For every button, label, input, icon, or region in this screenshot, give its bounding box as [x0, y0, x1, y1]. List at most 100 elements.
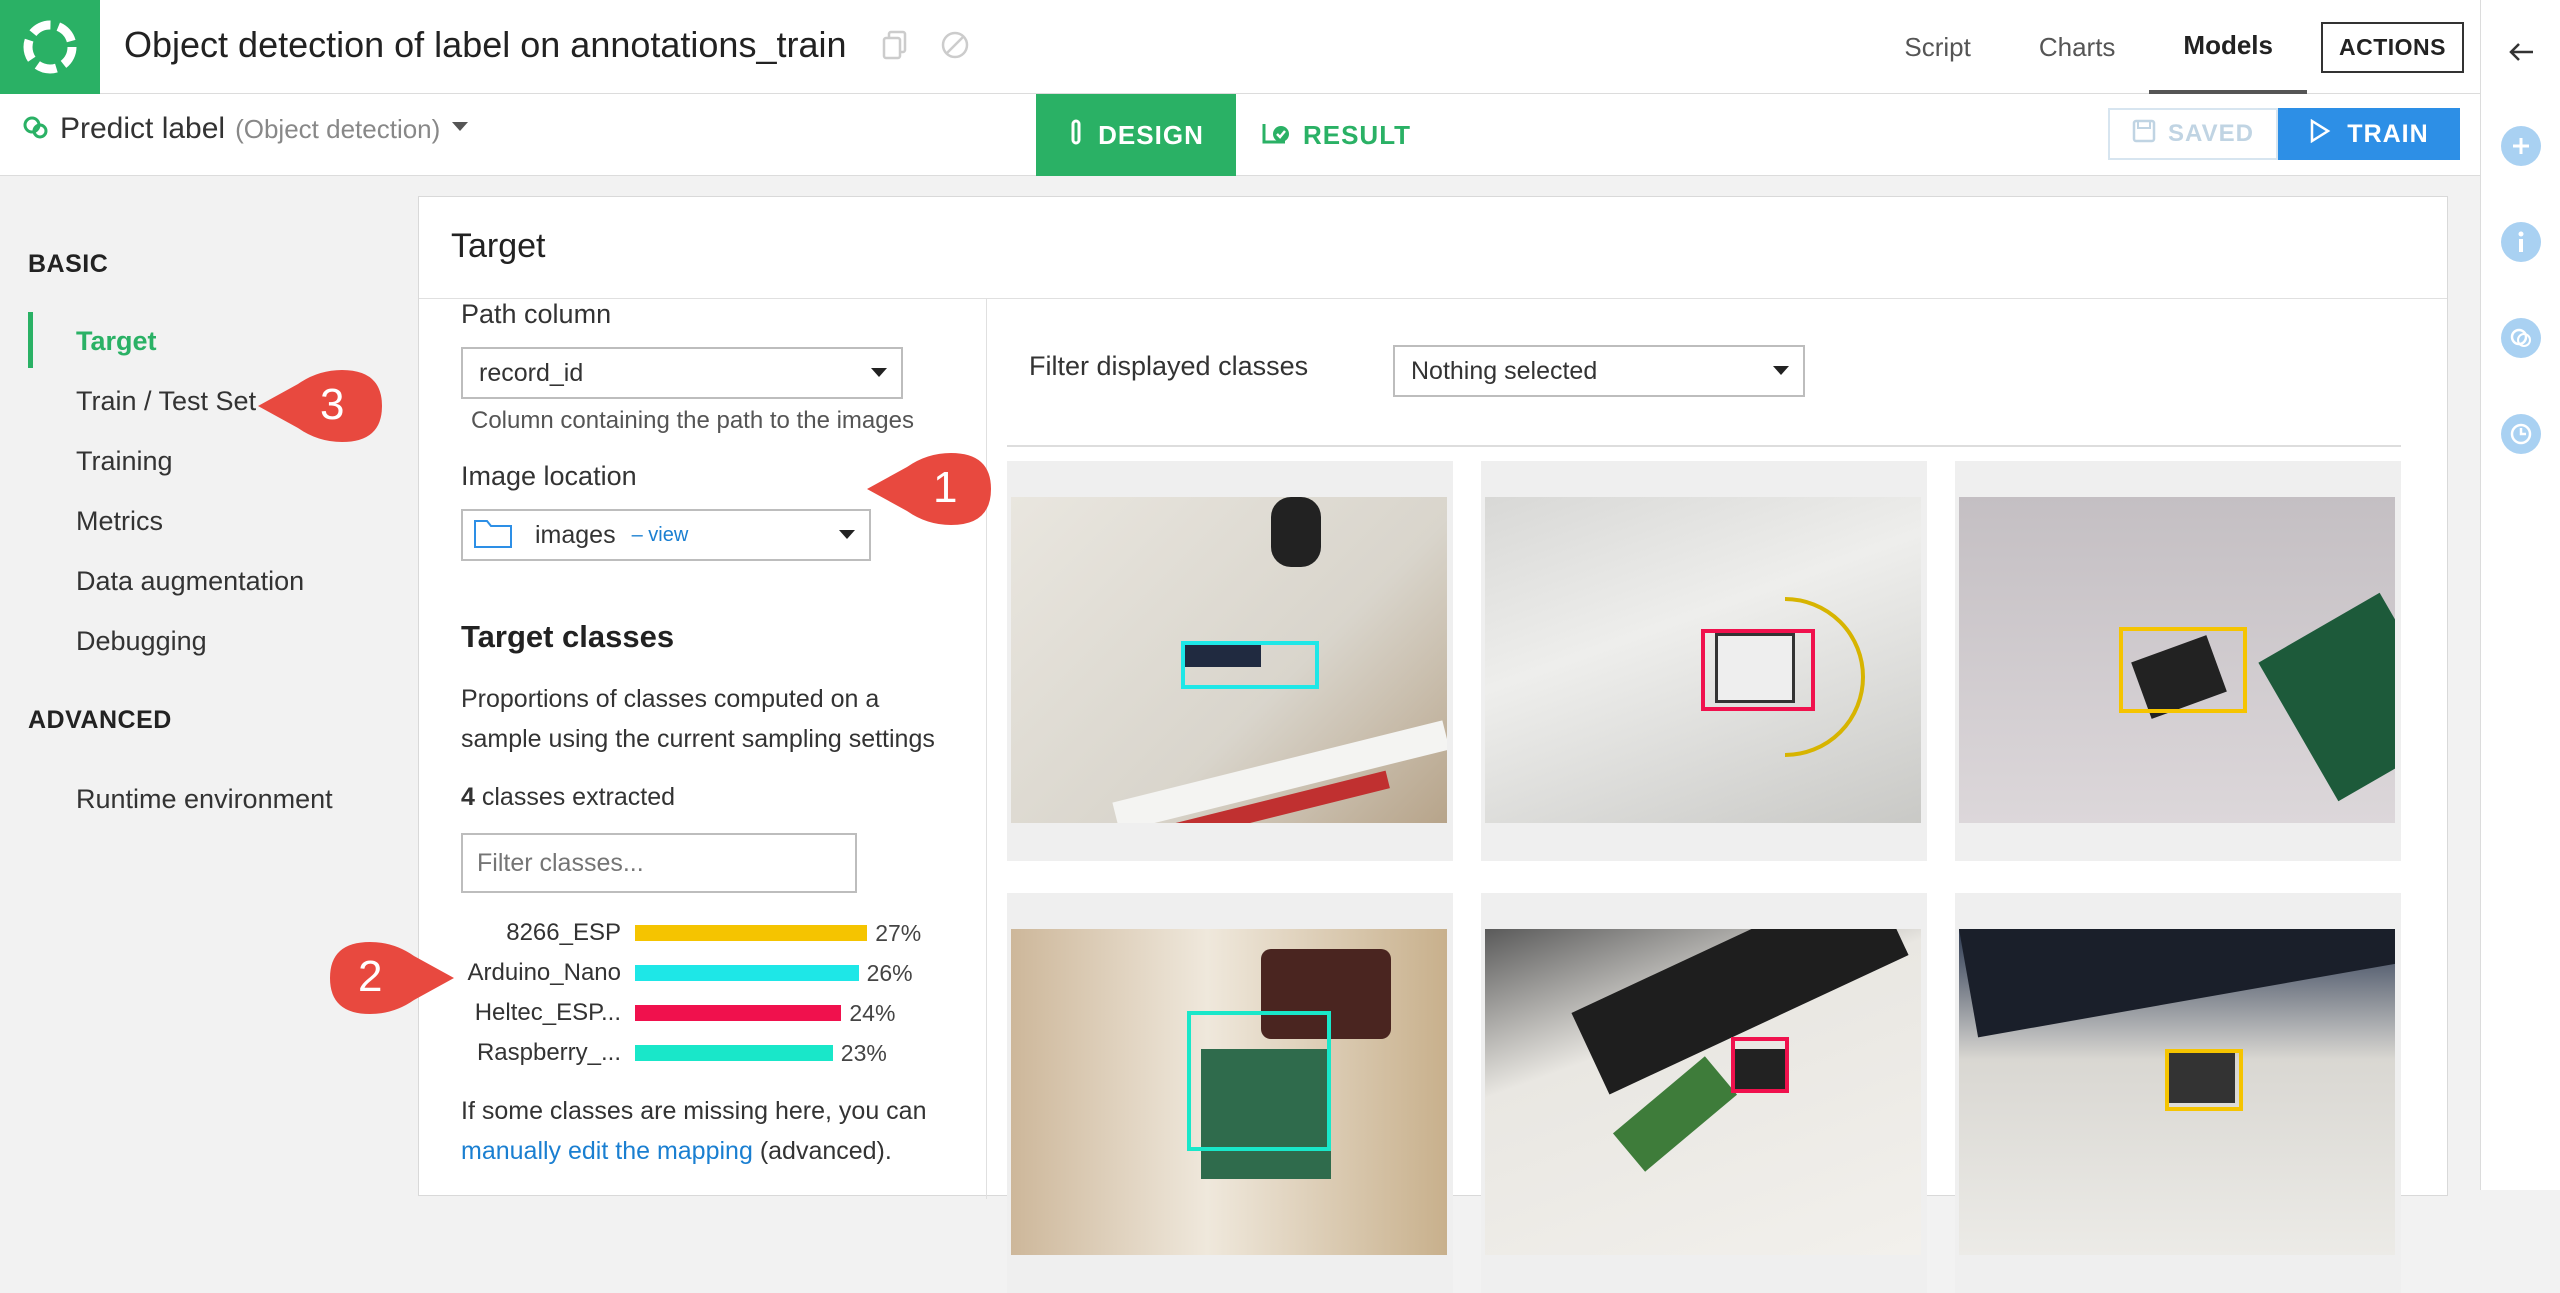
image-card[interactable] [1481, 461, 1927, 861]
sub-bar: Predict label (Object detection) DESIGN … [0, 94, 2480, 176]
class-proportion-bar [635, 1045, 833, 1061]
page-title: Object detection of label on annotations… [124, 24, 847, 65]
class-percentage: 23% [840, 1039, 887, 1066]
bounding-box [1701, 629, 1815, 711]
flask-icon [1068, 119, 1084, 152]
image-card[interactable] [1955, 461, 2401, 861]
chevron-down-icon [839, 530, 855, 539]
class-proportion-bar [635, 1005, 842, 1021]
train-button[interactable]: TRAIN [2278, 108, 2460, 160]
saved-button[interactable]: SAVED [2108, 108, 2278, 160]
classes-extracted: 4 classes extracted [461, 777, 961, 817]
active-indicator [28, 312, 33, 368]
no-edit-icon[interactable] [940, 30, 970, 65]
image-card[interactable] [1481, 893, 1927, 1293]
object [1959, 929, 2395, 1038]
nav-script[interactable]: Script [1870, 0, 2004, 94]
callout-1-number: 1 [933, 463, 958, 512]
section-advanced: ADVANCED [28, 706, 172, 734]
path-column-select[interactable]: record_id [461, 347, 903, 399]
image-card[interactable] [1955, 893, 2401, 1293]
callout-2-number: 2 [358, 952, 383, 1001]
image-card[interactable] [1007, 893, 1453, 1293]
callout-3-number: 3 [320, 380, 345, 429]
result-label: RESULT [1302, 119, 1412, 150]
folder-icon [473, 515, 513, 556]
analysis-selector[interactable]: Predict label (Object detection) [22, 112, 470, 146]
result-tab[interactable]: RESULT [1236, 94, 1436, 176]
bounding-box [2119, 627, 2247, 713]
target-panel: Target Path column record_id Column cont… [418, 196, 2449, 1293]
design-label: DESIGN [1098, 119, 1204, 150]
discussion-icon[interactable] [2501, 318, 2541, 358]
image-location-label: Image location [461, 461, 637, 491]
chevron-down-icon[interactable] [450, 120, 470, 139]
sidebar-item-runtime-environment[interactable]: Runtime environment [76, 784, 333, 815]
sidebar-item-data-augmentation[interactable]: Data augmentation [76, 566, 304, 597]
class-percentage: 26% [866, 959, 913, 986]
image-location-select[interactable]: images – view [461, 509, 871, 561]
info-icon[interactable] [2501, 222, 2541, 262]
class-proportion-bar [635, 965, 859, 981]
logo-icon [23, 20, 77, 74]
missing-classes-note: If some classes are missing here, you ca… [461, 1091, 961, 1171]
saved-label: SAVED [2168, 120, 2254, 147]
class-row: 8266_ESP 27% [461, 915, 921, 951]
panel-title: Target [419, 197, 2447, 299]
bounding-box [1187, 1011, 1331, 1151]
model-icon [22, 113, 50, 146]
view-folder-link[interactable]: – view [632, 524, 689, 547]
class-percentage: 24% [849, 999, 896, 1026]
nav-models[interactable]: Models [2149, 0, 2307, 94]
chevron-down-icon [871, 368, 887, 377]
dataiku-logo[interactable] [0, 0, 100, 94]
bounding-box [1731, 1037, 1789, 1093]
history-icon[interactable] [2501, 414, 2541, 454]
class-name: 8266_ESP [506, 919, 621, 946]
image-location-value: images [535, 520, 616, 549]
class-name: Raspberry_... [476, 1039, 621, 1066]
save-icon [2132, 119, 2156, 150]
right-rail [2480, 0, 2560, 1190]
actions-button[interactable]: ACTIONS [2321, 21, 2464, 73]
train-label: TRAIN [2347, 119, 2429, 148]
object [2258, 592, 2395, 802]
top-bar: Object detection of label on annotations… [0, 0, 2480, 94]
missing-note-text: If some classes are missing here, you ca… [461, 1097, 927, 1125]
edit-mapping-link[interactable]: manually edit the mapping [461, 1137, 753, 1165]
section-basic: BASIC [28, 250, 109, 278]
missing-note-suffix: (advanced). [759, 1137, 892, 1165]
design-tab[interactable]: DESIGN [1036, 94, 1236, 176]
result-check-icon [1261, 118, 1291, 153]
sample-image [1959, 929, 2395, 1255]
filter-displayed-label: Filter displayed classes [1029, 351, 1309, 381]
callout-2: 2 [322, 938, 456, 1018]
sidebar-item-train-test-set[interactable]: Train / Test Set [76, 386, 256, 417]
filter-displayed-value: Nothing selected [1411, 356, 1598, 385]
image-card[interactable] [1007, 461, 1453, 861]
class-row: Arduino_Nano 26% [461, 955, 913, 991]
target-settings: Path column record_id Column containing … [419, 299, 991, 1199]
target-classes-title: Target classes [461, 619, 675, 654]
sidebar-item-metrics[interactable]: Metrics [76, 506, 163, 537]
chevron-down-icon [1773, 366, 1789, 375]
settings-sidebar: BASIC Target Train / Test Set Training M… [0, 176, 418, 1190]
filter-displayed-select[interactable]: Nothing selected [1393, 345, 1805, 397]
path-column-label: Path column [461, 299, 612, 329]
plus-icon[interactable] [2501, 126, 2541, 166]
nav-charts[interactable]: Charts [2005, 0, 2150, 94]
image-preview-area: Filter displayed classes Nothing selecte… [987, 299, 2449, 1293]
sidebar-item-debugging[interactable]: Debugging [76, 626, 207, 657]
prediction-type: (Object detection) [235, 113, 441, 144]
path-column-help: Column containing the path to the images [471, 407, 914, 434]
copy-icon[interactable] [882, 30, 908, 65]
class-name: Heltec_ESP... [474, 999, 621, 1026]
sidebar-item-target[interactable]: Target [76, 326, 157, 357]
divider [1007, 445, 2401, 447]
class-percentage: 27% [875, 919, 922, 946]
back-arrow-icon[interactable] [2501, 32, 2541, 72]
filter-classes-input[interactable] [461, 833, 857, 893]
sidebar-item-training[interactable]: Training [76, 446, 173, 477]
class-row: Raspberry_... 23% [461, 1035, 887, 1071]
classes-extracted-label: classes extracted [481, 783, 675, 811]
